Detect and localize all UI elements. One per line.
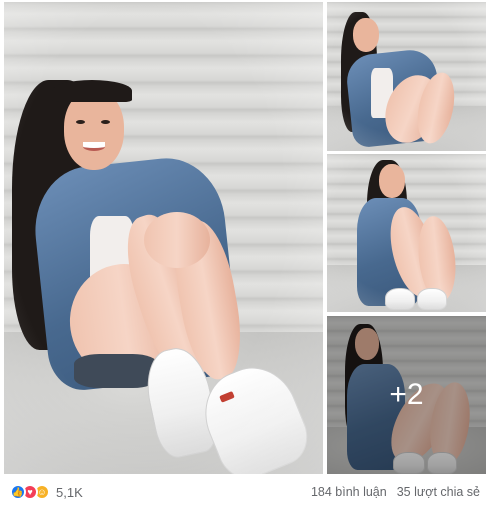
shares-count-link[interactable]: 35 lượt chia sẻ <box>397 485 480 499</box>
reaction-count: 5,1K <box>56 484 83 500</box>
comments-count-link[interactable]: 184 bình luận <box>311 485 387 499</box>
photo-side-2[interactable] <box>327 154 486 312</box>
engagement-stats: 184 bình luận 35 lượt chia sẻ <box>311 485 480 499</box>
reactions-summary[interactable]: 👍 ♥ ☺ 5,1K <box>10 484 83 500</box>
photo-side-3[interactable]: +2 <box>327 316 486 474</box>
post-footer: 👍 ♥ ☺ 5,1K 184 bình luận 35 lượt chia sẻ <box>0 478 490 506</box>
more-photos-count: +2 <box>389 378 424 411</box>
photo-main[interactable] <box>4 2 323 474</box>
more-photos-overlay[interactable]: +2 <box>327 316 486 474</box>
facebook-post: +2 👍 ♥ ☺ 5,1K 184 bình luận 35 lượt chia… <box>0 0 490 506</box>
photo-side-1[interactable] <box>327 2 486 151</box>
photo-grid: +2 <box>4 2 486 474</box>
like-icon: 👍 <box>10 484 26 500</box>
